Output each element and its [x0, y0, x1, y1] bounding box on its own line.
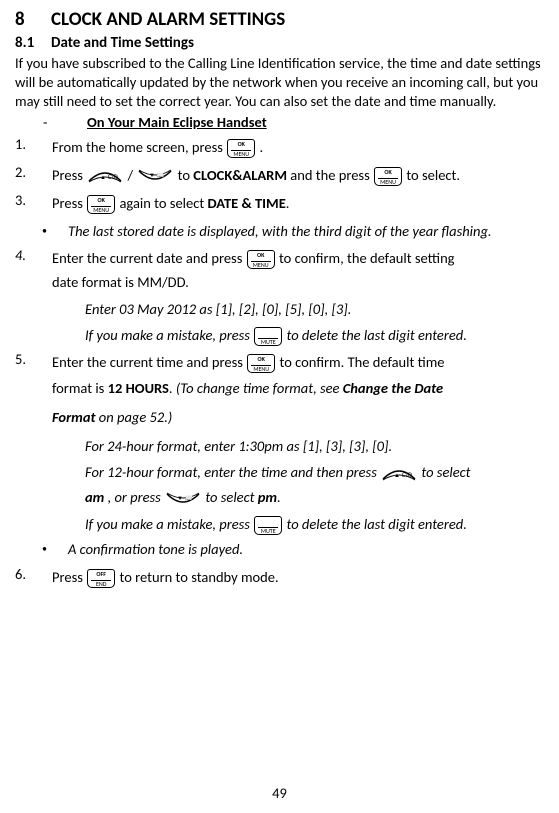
note-2: • A confirmation tone is played. — [15, 538, 544, 560]
subsection-title: Date and Time Settings — [51, 34, 194, 52]
ok-menu-key-icon: OKMENU — [247, 354, 275, 373]
step-5-continuation-2: Format on page 52.) — [15, 405, 544, 429]
svg-text:▲ CID: ▲ CID — [100, 175, 119, 181]
change-date-format-ref: Change the Date — [343, 379, 443, 397]
mute-key-icon: MUTE — [254, 516, 282, 535]
svg-text:▼ 📖: ▼ 📖 — [177, 495, 194, 502]
down-arc-key-icon: ▼ 📖 — [137, 169, 173, 183]
step-5-continuation-1: format is 12 HOURS. (To change time form… — [15, 374, 544, 403]
mute-key-icon: MUTE — [254, 327, 282, 346]
page-heading: 8CLOCK AND ALARM SETTINGS — [15, 8, 544, 33]
step-number: 4. — [15, 246, 52, 265]
off-end-key-icon: OFFEND — [87, 569, 115, 588]
am-label: am — [85, 488, 104, 506]
ok-menu-key-icon: OKMENU — [87, 195, 115, 214]
step-2: 2. Press ▲ CID / ▼ 📖 to CLOCK&ALARM and … — [15, 163, 544, 187]
ok-menu-key-icon: OKMENU — [247, 250, 275, 269]
ok-menu-key-icon: OKMENU — [227, 139, 255, 158]
bullet-icon: • — [42, 542, 68, 555]
ok-menu-key-icon: OKMENU — [374, 167, 402, 186]
handset-bullet: -On Your Main Eclipse Handset — [15, 113, 544, 132]
note-1: • The last stored date is displayed, wit… — [15, 220, 544, 242]
bullet-icon: • — [42, 224, 68, 237]
substep-24hour: For 24-hour format, enter 1:30pm as [1],… — [15, 434, 544, 459]
step-text: Enter the current date and press OKMENU … — [52, 246, 544, 270]
step-text: Press OFFEND to return to standby mode. — [52, 565, 544, 589]
step-text: From the home screen, press OKMENU . — [52, 135, 544, 159]
intro-paragraph: If you have subscribed to the Calling Li… — [15, 54, 544, 111]
step-4-continuation: date format is MM/DD. — [15, 270, 544, 294]
pm-label: pm — [258, 488, 277, 506]
note-text: The last stored date is displayed, with … — [68, 220, 544, 242]
handset-label: On Your Main Eclipse Handset — [87, 113, 267, 131]
step-number: 3. — [15, 191, 52, 210]
step-6: 6. Press OFFEND to return to standby mod… — [15, 565, 544, 589]
step-number: 6. — [15, 565, 52, 584]
page-number: 49 — [0, 784, 559, 803]
section-number: 8 — [15, 8, 51, 33]
format-ref: Format — [52, 408, 96, 426]
date-time-label: DATE & TIME — [208, 194, 286, 212]
step-text: Press ▲ CID / ▼ 📖 to CLOCK&ALARM and the… — [52, 163, 544, 187]
substep-ampm: am , or press ▼ 📖 to select pm. — [15, 485, 544, 510]
subsection-number: 8.1 — [15, 34, 51, 54]
section-title: CLOCK AND ALARM SETTINGS — [51, 8, 285, 31]
up-arc-key-icon: ▲ CID — [381, 467, 417, 481]
step-number: 1. — [15, 135, 52, 154]
twelve-hours-label: 12 HOURS — [108, 379, 169, 397]
step-number: 2. — [15, 163, 52, 182]
subsection-heading: 8.1Date and Time Settings — [15, 34, 544, 54]
dash-bullet: - — [43, 113, 87, 132]
step-text: Press OKMENU again to select DATE & TIME… — [52, 191, 544, 215]
step-text: Enter the current time and press OKMENU … — [52, 350, 544, 374]
note-text: A confirmation tone is played. — [68, 538, 544, 560]
up-arc-key-icon: ▲ CID — [87, 169, 123, 183]
clock-alarm-label: CLOCK&ALARM — [193, 166, 287, 184]
step-4: 4. Enter the current date and press OKME… — [15, 246, 544, 270]
substep-12hour: For 12-hour format, enter the time and t… — [15, 460, 544, 485]
substep-mistake-1: If you make a mistake, press MUTE to del… — [15, 323, 544, 348]
down-arc-key-icon: ▼ 📖 — [165, 492, 201, 506]
step-5: 5. Enter the current time and press OKME… — [15, 350, 544, 374]
svg-text:▲ CID: ▲ CID — [394, 473, 413, 479]
step-number: 5. — [15, 350, 52, 369]
svg-text:▼ 📖: ▼ 📖 — [149, 172, 165, 179]
substep-enter-date: Enter 03 May 2012 as [1], [2], [0], [5],… — [15, 297, 544, 322]
step-1: 1. From the home screen, press OKMENU . — [15, 135, 544, 159]
step-3: 3. Press OKMENU again to select DATE & T… — [15, 191, 544, 215]
substep-mistake-2: If you make a mistake, press MUTE to del… — [15, 512, 544, 537]
